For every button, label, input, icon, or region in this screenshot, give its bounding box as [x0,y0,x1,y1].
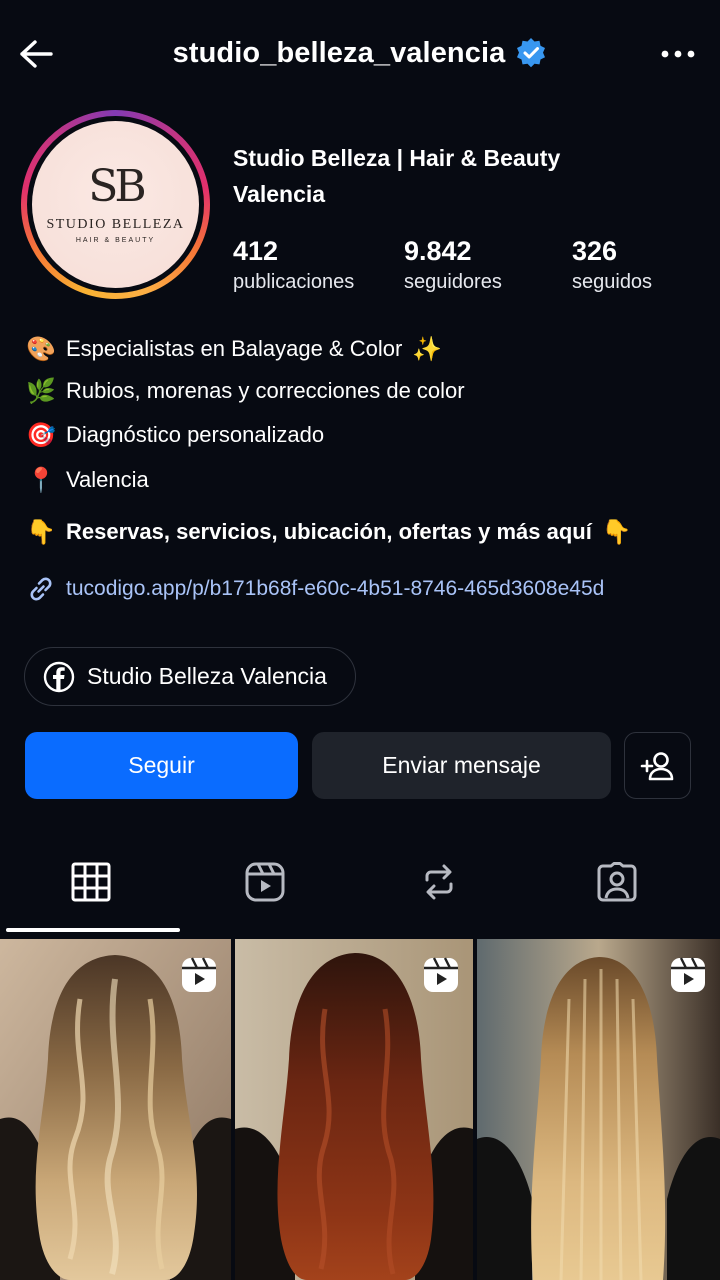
username: studio_belleza_valencia [172,36,506,69]
bio-text: Diagnóstico personalizado [66,422,325,447]
stat-posts-value: 412 [233,236,279,266]
bio-text: Especialistas en Balayage & Color [66,336,403,361]
reel-badge-icon [182,957,216,992]
avatar-logo: SB STUDIO BELLEZA HAIR & BEAUTY [32,121,199,288]
target-emoji-icon: 🎯 [26,421,56,449]
reposts-icon [425,864,453,900]
bio-link-url[interactable]: tucodigo.app/p/b171b68f-e60c-4b51-8746-4… [66,577,604,601]
post-tile[interactable] [0,939,231,1280]
avatar-tagline: HAIR & BEAUTY [75,237,156,244]
posts-grid [0,939,720,1280]
username-title: studio_belleza_valencia [0,30,720,76]
display-name-line2: Valencia [233,181,326,207]
post-tile[interactable] [235,939,473,1280]
profile-stats: 412 publicaciones 9.842 seguidores 326 s… [233,235,703,305]
bio-cta: 👇 Reservas, servicios, ubicación, oferta… [26,517,632,547]
stat-following-label: seguidos [572,271,653,293]
profile-header: studio_belleza_valencia [0,0,720,104]
active-tab-indicator [6,928,180,932]
stat-following-value: 326 [572,236,618,266]
tab-reposts[interactable] [394,852,484,912]
message-button[interactable]: Enviar mensaje [312,732,611,799]
tab-reels[interactable] [220,852,310,912]
follow-button[interactable]: Seguir [25,732,298,799]
stat-followers-label: seguidores [404,271,502,293]
follow-button-label: Seguir [128,752,195,778]
tab-tagged[interactable] [572,852,662,912]
bio-link[interactable]: tucodigo.app/p/b171b68f-e60c-4b51-8746-4… [26,574,604,604]
palette-emoji-icon: 🎨 [26,335,56,363]
facebook-chip-label: Studio Belleza Valencia [87,663,327,689]
stat-posts-label: publicaciones [233,271,355,293]
stat-posts[interactable]: 412 publicaciones [233,235,354,297]
reel-badge-icon [424,957,458,992]
reel-badge-icon [671,957,705,992]
bio-line: 📍 Valencia [26,465,149,495]
stat-following[interactable]: 326 seguidos [572,235,652,297]
herb-emoji-icon: 🌿 [26,377,56,405]
facebook-icon [43,661,75,692]
bio-line: 🎯 Diagnóstico personalizado [26,420,324,450]
sparkles-emoji-icon: ✨ [412,335,443,363]
pin-emoji-icon: 📍 [26,466,56,494]
post-tile[interactable] [477,939,720,1280]
pointing-down-emoji-icon: 👇 [601,518,632,546]
more-options-button[interactable] [656,34,700,74]
stat-followers-value: 9.842 [404,236,472,266]
pointing-down-emoji-icon: 👇 [26,518,56,546]
add-person-icon [640,751,673,780]
reels-icon [245,862,285,902]
profile-avatar[interactable]: SB STUDIO BELLEZA HAIR & BEAUTY [21,110,210,299]
display-name-line1: Studio Belleza | Hair & Beauty [233,145,561,171]
profile-display-name: Studio Belleza | Hair & Beauty Valencia [233,140,703,212]
bio-line: 🎨 Especialistas en Balayage & Color ✨ [26,334,442,364]
profile-tabs [0,840,720,936]
facebook-link-chip[interactable]: Studio Belleza Valencia [24,647,356,706]
bio-cta-text: Reservas, servicios, ubicación, ofertas … [66,519,592,544]
stat-followers[interactable]: 9.842 seguidores [404,235,502,297]
bio-text: Valencia [66,467,149,492]
bio-text: Rubios, morenas y correcciones de color [66,378,465,403]
verified-badge-icon [517,38,546,68]
message-button-label: Enviar mensaje [382,752,541,778]
tab-posts-grid[interactable] [46,852,136,912]
avatar-monogram: SB [88,161,147,212]
tagged-icon [597,862,637,902]
more-dots-icon [661,50,695,58]
suggested-users-button[interactable] [624,732,691,799]
avatar-brand: STUDIO BELLEZA [46,217,185,232]
grid-icon [71,862,111,902]
bio-line: 🌿 Rubios, morenas y correcciones de colo… [26,376,465,406]
link-icon [30,577,52,601]
